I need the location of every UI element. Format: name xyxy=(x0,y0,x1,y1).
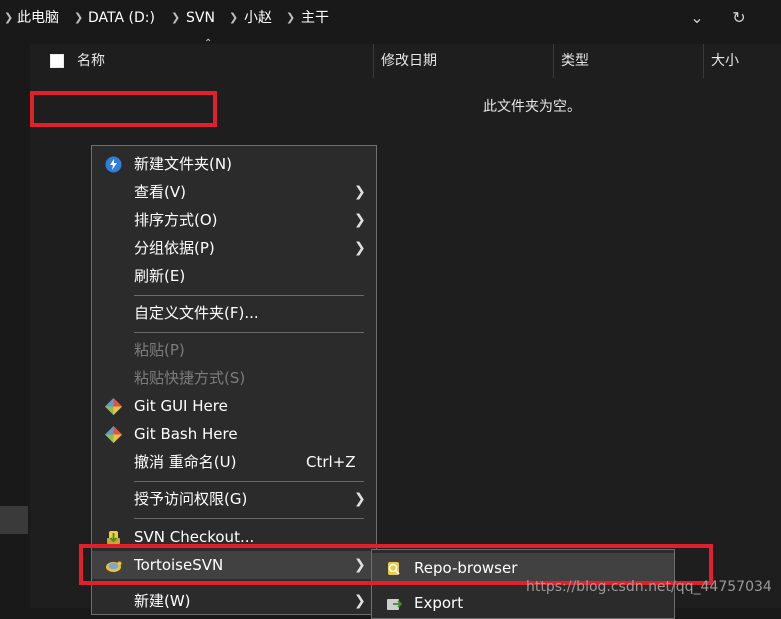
select-all-checkbox[interactable] xyxy=(50,54,64,68)
address-bar[interactable]: ❯ 此电脑 ❯ DATA (D:) ❯ SVN ❯ 小赵 ❯ 主干 xyxy=(0,0,690,36)
breadcrumb-trunk[interactable]: 主干 xyxy=(301,0,329,36)
menu-item-paste: 粘贴(P) xyxy=(92,336,376,364)
column-size[interactable]: 大小 xyxy=(711,44,739,78)
menu-item-sort-by[interactable]: 排序方式(O) ❯ xyxy=(92,206,376,234)
menu-separator xyxy=(134,481,364,482)
breadcrumb-xiaozhao[interactable]: 小赵 xyxy=(244,0,272,36)
chevron-right-icon[interactable]: ❯ xyxy=(286,0,295,36)
menu-item-refresh[interactable]: 刷新(E) xyxy=(92,262,376,290)
refresh-icon[interactable]: ↻ xyxy=(725,4,753,32)
menu-label: Git Bash Here xyxy=(134,425,238,443)
menu-label: 自定义文件夹(F)... xyxy=(134,304,259,322)
chevron-right-icon[interactable]: ❯ xyxy=(229,0,238,36)
menu-separator xyxy=(134,518,364,519)
watermark-text: https://blog.csdn.net/qq_44757034 xyxy=(526,579,772,595)
chevron-right-icon: ❯ xyxy=(354,491,366,507)
menu-item-paste-shortcut: 粘贴快捷方式(S) xyxy=(92,364,376,392)
menu-item-undo-rename[interactable]: 撤消 重命名(U) Ctrl+Z xyxy=(92,448,376,476)
menu-label: Git GUI Here xyxy=(134,397,228,415)
chevron-right-icon: ❯ xyxy=(354,212,366,228)
chevron-right-icon: ❯ xyxy=(354,184,366,200)
column-divider[interactable] xyxy=(703,44,704,78)
column-divider[interactable] xyxy=(553,44,554,78)
export-icon xyxy=(387,599,402,610)
menu-item-customize-folder[interactable]: 自定义文件夹(F)... xyxy=(92,299,376,327)
breadcrumb-svn[interactable]: SVN xyxy=(186,0,215,36)
menu-item-grant-access[interactable]: 授予访问权限(G) ❯ xyxy=(92,485,376,513)
menu-item-view[interactable]: 查看(V) ❯ xyxy=(92,178,376,206)
menu-label: 刷新(E) xyxy=(134,267,186,285)
menu-label: Export xyxy=(414,594,464,612)
column-divider[interactable] xyxy=(373,44,374,78)
menu-label: 粘贴(P) xyxy=(134,341,185,359)
menu-label: 查看(V) xyxy=(134,183,186,201)
menu-item-git-gui[interactable]: Git GUI Here xyxy=(92,392,376,420)
git-diamond-icon xyxy=(105,398,122,415)
chevron-right-icon: ❯ xyxy=(354,593,366,609)
new-folder-icon xyxy=(105,156,122,173)
column-name[interactable]: 名称 xyxy=(77,44,105,78)
menu-item-new[interactable]: 新建(W) ❯ xyxy=(92,587,376,615)
sort-ascending-icon: ⌃ xyxy=(204,38,213,49)
chevron-right-icon[interactable]: ❯ xyxy=(74,0,83,36)
menu-label: 分组依据(P) xyxy=(134,239,215,257)
menu-item-git-bash[interactable]: Git Bash Here xyxy=(92,420,376,448)
chevron-right-icon: ❯ xyxy=(354,240,366,256)
menu-label: 排序方式(O) xyxy=(134,211,218,229)
breadcrumb-this-pc[interactable]: 此电脑 xyxy=(17,0,59,36)
menu-label: 新建文件夹(N) xyxy=(134,155,232,173)
column-date-modified[interactable]: 修改日期 xyxy=(381,44,437,78)
git-diamond-icon xyxy=(105,426,122,443)
menu-label: 粘贴快捷方式(S) xyxy=(134,369,246,387)
menu-label: 撤消 重命名(U) xyxy=(134,453,237,471)
menu-label: 授予访问权限(G) xyxy=(134,490,248,508)
column-header: 名称 修改日期 类型 大小 xyxy=(30,44,781,78)
menu-item-new-folder[interactable]: 新建文件夹(N) xyxy=(92,150,376,178)
chevron-right-icon[interactable]: ❯ xyxy=(4,0,13,36)
menu-separator xyxy=(134,332,364,333)
menu-separator xyxy=(134,295,364,296)
annotation-highlight-box xyxy=(30,91,217,127)
chevron-right-icon[interactable]: ❯ xyxy=(171,0,180,36)
keyboard-shortcut: Ctrl+Z xyxy=(306,453,356,471)
navigation-selected-item[interactable] xyxy=(0,506,28,534)
menu-label: 新建(W) xyxy=(134,592,191,610)
breadcrumb-data-drive[interactable]: DATA (D:) xyxy=(88,0,155,36)
empty-folder-message: 此文件夹为空。 xyxy=(483,99,581,115)
chevron-down-icon[interactable]: ⌄ xyxy=(683,4,711,32)
column-type[interactable]: 类型 xyxy=(561,44,589,78)
menu-item-group-by[interactable]: 分组依据(P) ❯ xyxy=(92,234,376,262)
